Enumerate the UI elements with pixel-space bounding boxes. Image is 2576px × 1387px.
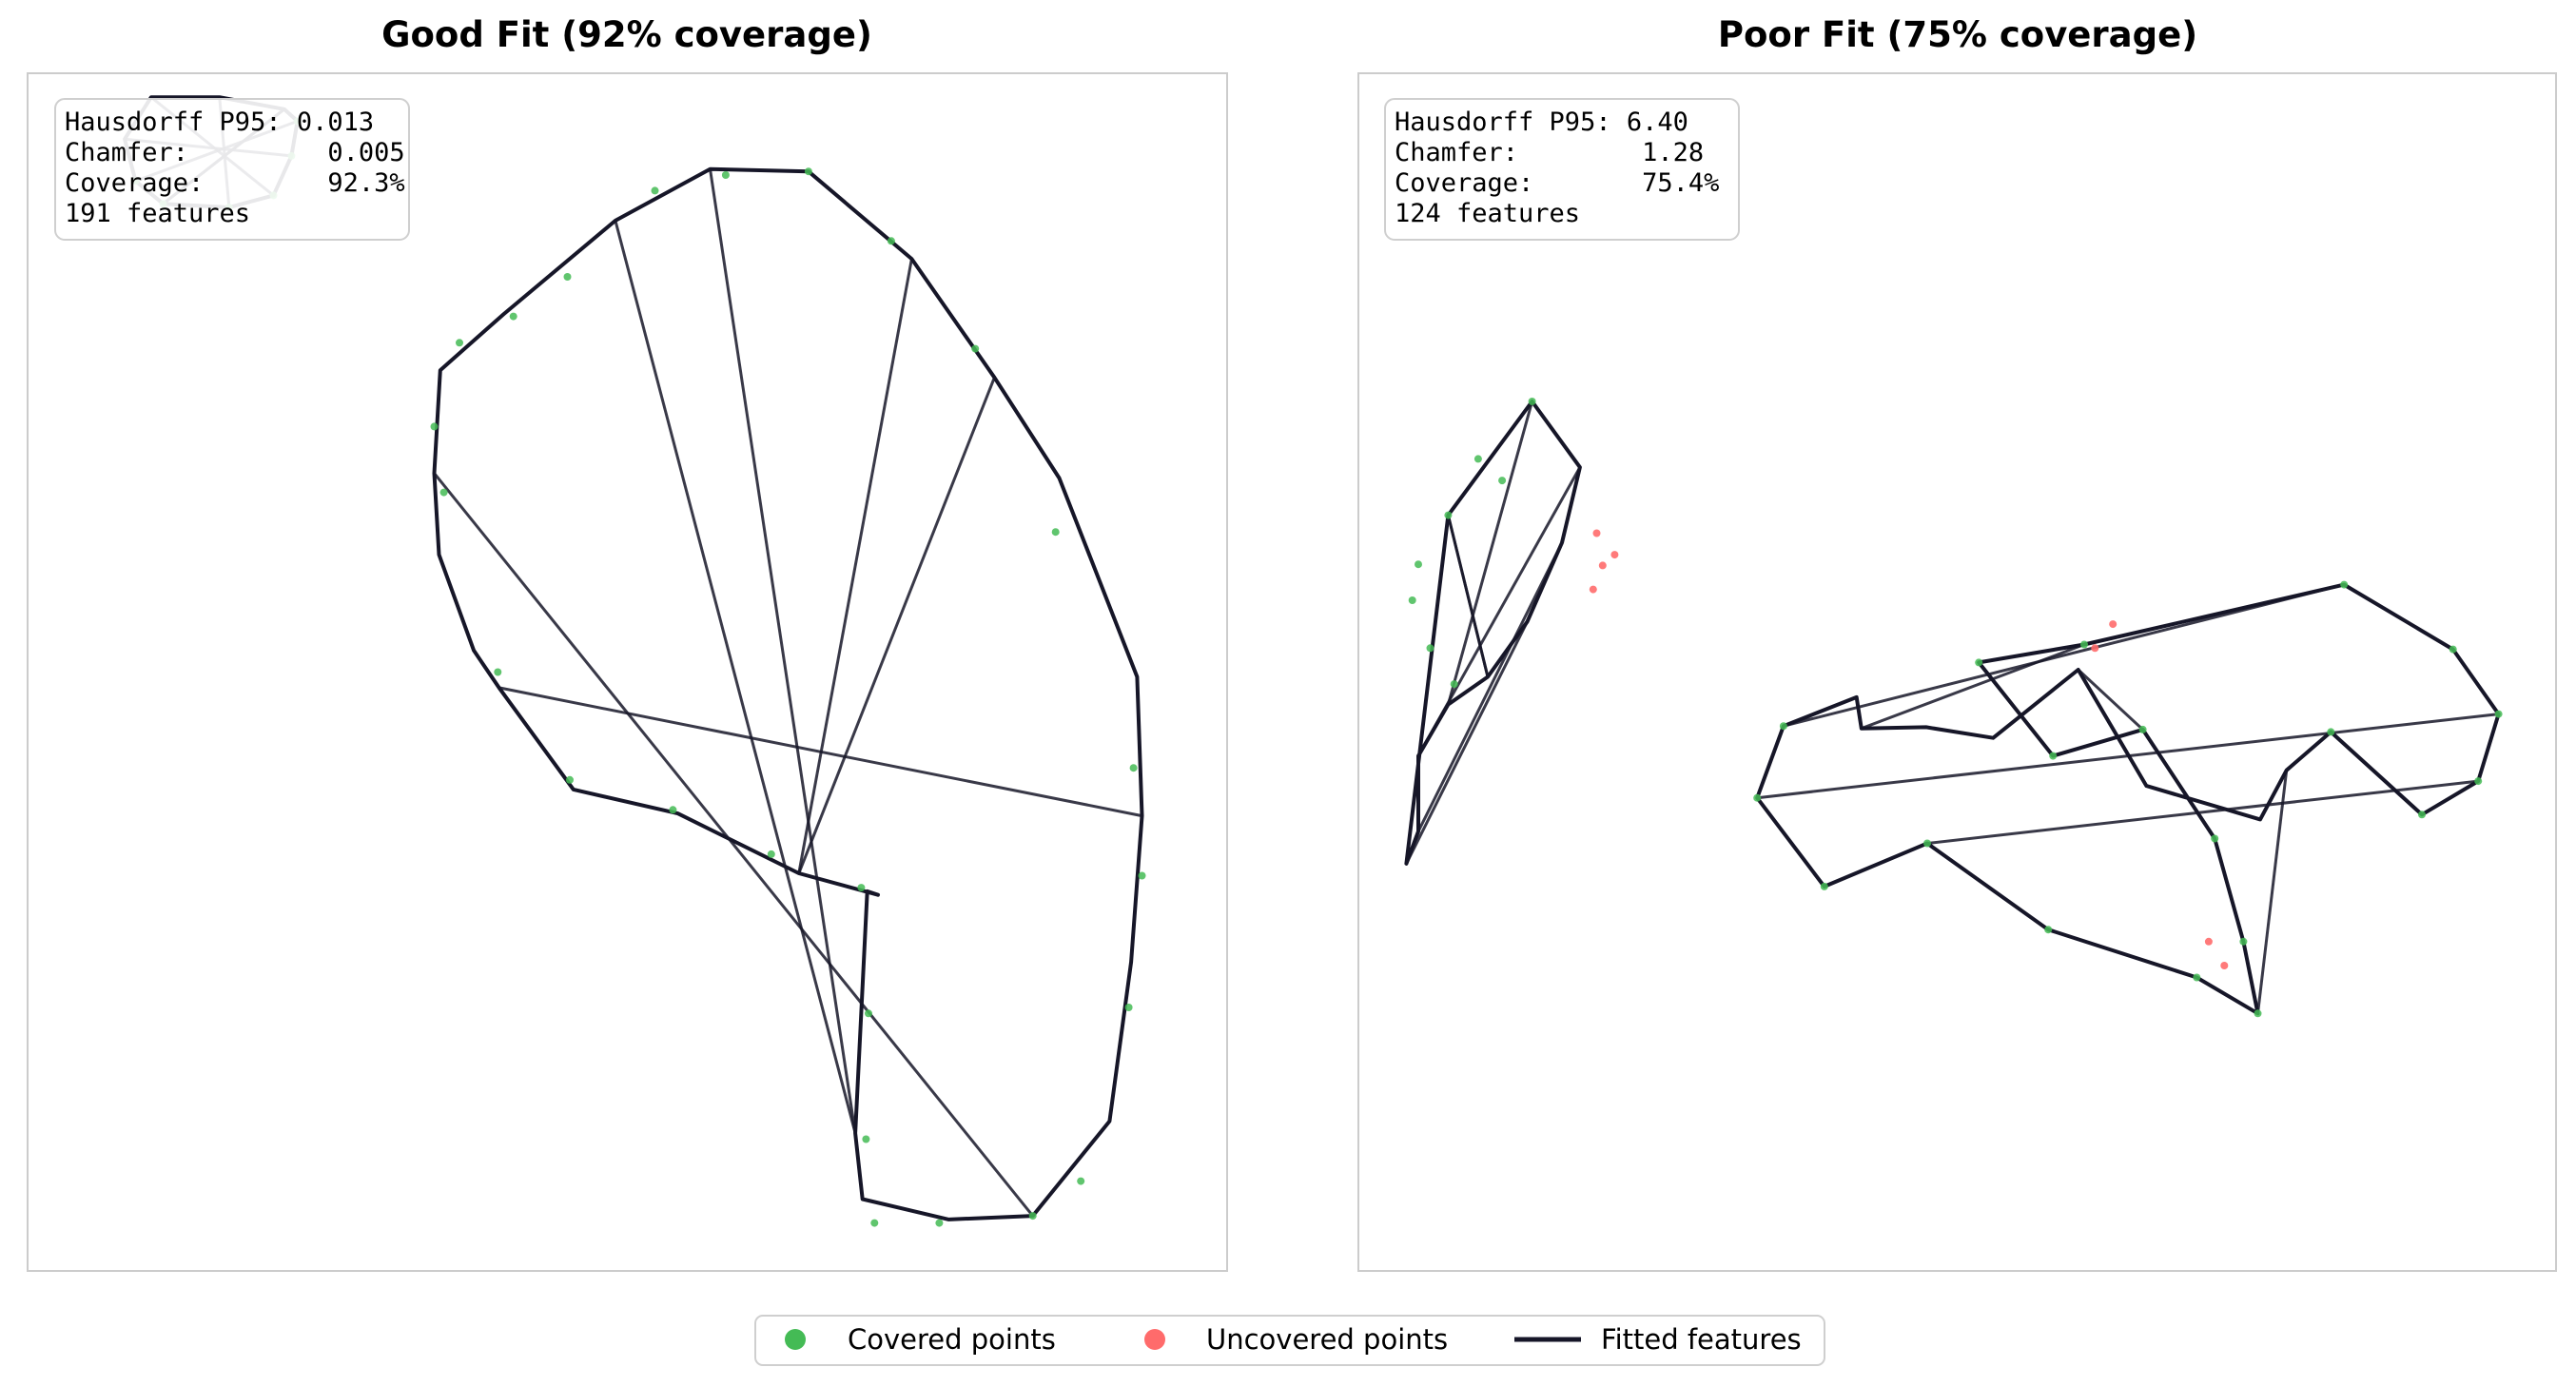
stats-coverage: Coverage: 92.3%	[65, 168, 405, 198]
covered-point	[456, 339, 463, 347]
covered-point	[1498, 477, 1507, 485]
covered-point	[2254, 1009, 2262, 1018]
legend-uncovered-label: Uncovered points	[1206, 1323, 1448, 1356]
covered-point	[494, 668, 502, 676]
covered-point	[1138, 871, 1146, 880]
covered-point	[1450, 680, 1458, 689]
covered-point	[1415, 560, 1422, 569]
covered-point	[1124, 1004, 1133, 1011]
stats-chamfer: Chamfer: 0.005	[65, 138, 405, 167]
covered-point	[935, 1219, 944, 1227]
uncovered-point	[2091, 644, 2099, 653]
covered-point	[1820, 882, 1828, 890]
stats-features: 124 features	[1395, 199, 1580, 228]
covered-point	[2138, 725, 2147, 733]
covered-point	[1473, 455, 1482, 463]
covered-point	[2080, 640, 2088, 649]
legend: Covered points Uncovered points Fitted f…	[754, 1315, 1825, 1366]
covered-point	[1408, 596, 1416, 604]
legend-uncovered-marker	[1144, 1329, 1165, 1350]
covered-point	[2418, 811, 2426, 819]
stats-box: Hausdorff P95: 0.013 Chamfer: 0.005 Cove…	[54, 98, 410, 241]
covered-point	[2474, 777, 2483, 786]
legend-covered-label: Covered points	[848, 1323, 1056, 1356]
covered-point	[1129, 764, 1138, 772]
legend-covered-marker	[785, 1329, 806, 1350]
covered-point	[669, 806, 677, 814]
panel-title: Poor Fit (75% coverage)	[1718, 14, 2197, 55]
stats-coverage: Coverage: 75.4%	[1395, 168, 1719, 198]
plot-frame	[1357, 72, 2557, 1272]
uncovered-point	[1598, 561, 1607, 570]
covered-point	[804, 167, 812, 176]
covered-point	[2494, 710, 2503, 718]
covered-point	[721, 171, 730, 179]
covered-point	[439, 488, 448, 497]
legend-fitted-label: Fitted features	[1601, 1323, 1802, 1356]
covered-point	[2049, 752, 2058, 760]
stats-chamfer: Chamfer: 1.28	[1395, 138, 1704, 167]
covered-point	[2239, 937, 2248, 946]
uncovered-point	[2220, 962, 2229, 969]
covered-point	[887, 237, 895, 245]
covered-point	[1077, 1177, 1085, 1185]
covered-point	[971, 344, 980, 353]
covered-point	[1975, 658, 1983, 667]
covered-point	[767, 850, 775, 858]
covered-point	[862, 1135, 870, 1143]
figure-canvas: Good Fit (92% coverage) Hausdorff P95: 0…	[27, 14, 2557, 1366]
uncovered-point	[2109, 620, 2117, 629]
covered-point	[857, 884, 866, 892]
covered-point	[509, 312, 517, 321]
covered-point	[870, 1219, 879, 1227]
covered-point	[865, 1009, 872, 1018]
covered-point	[1426, 644, 1434, 653]
covered-point	[2340, 580, 2349, 589]
covered-point	[2193, 973, 2201, 982]
panel-good-fit: Good Fit (92% coverage) Hausdorff P95: 0…	[27, 14, 1228, 1272]
uncovered-point	[1610, 551, 1619, 559]
covered-point	[566, 775, 574, 784]
covered-point	[1051, 528, 1060, 537]
covered-point	[1444, 511, 1453, 519]
covered-point	[2211, 834, 2219, 843]
uncovered-point	[2204, 937, 2213, 946]
covered-point	[1779, 722, 1787, 731]
panel-poor-fit: Poor Fit (75% coverage) Hausdorff P95: 6…	[1357, 14, 2557, 1272]
covered-point	[2449, 645, 2457, 654]
stats-hausdorff: Hausdorff P95: 6.40	[1395, 107, 1688, 137]
covered-point	[2327, 728, 2335, 736]
covered-point	[2044, 926, 2053, 934]
covered-point	[563, 273, 572, 281]
stats-hausdorff: Hausdorff P95: 0.013	[65, 107, 374, 137]
panel-title: Good Fit (92% coverage)	[381, 14, 872, 55]
plot-frame	[27, 72, 1228, 1272]
covered-point	[1028, 1212, 1037, 1221]
covered-point	[1923, 839, 1931, 848]
uncovered-point	[1589, 585, 1597, 594]
stats-box: Hausdorff P95: 6.40 Chamfer: 1.28 Covera…	[1384, 98, 1740, 241]
covered-point	[1528, 398, 1536, 405]
covered-point	[651, 186, 659, 195]
covered-point	[1753, 793, 1762, 802]
stats-features: 191 features	[65, 199, 250, 228]
uncovered-point	[1592, 529, 1601, 537]
covered-point	[430, 422, 439, 431]
